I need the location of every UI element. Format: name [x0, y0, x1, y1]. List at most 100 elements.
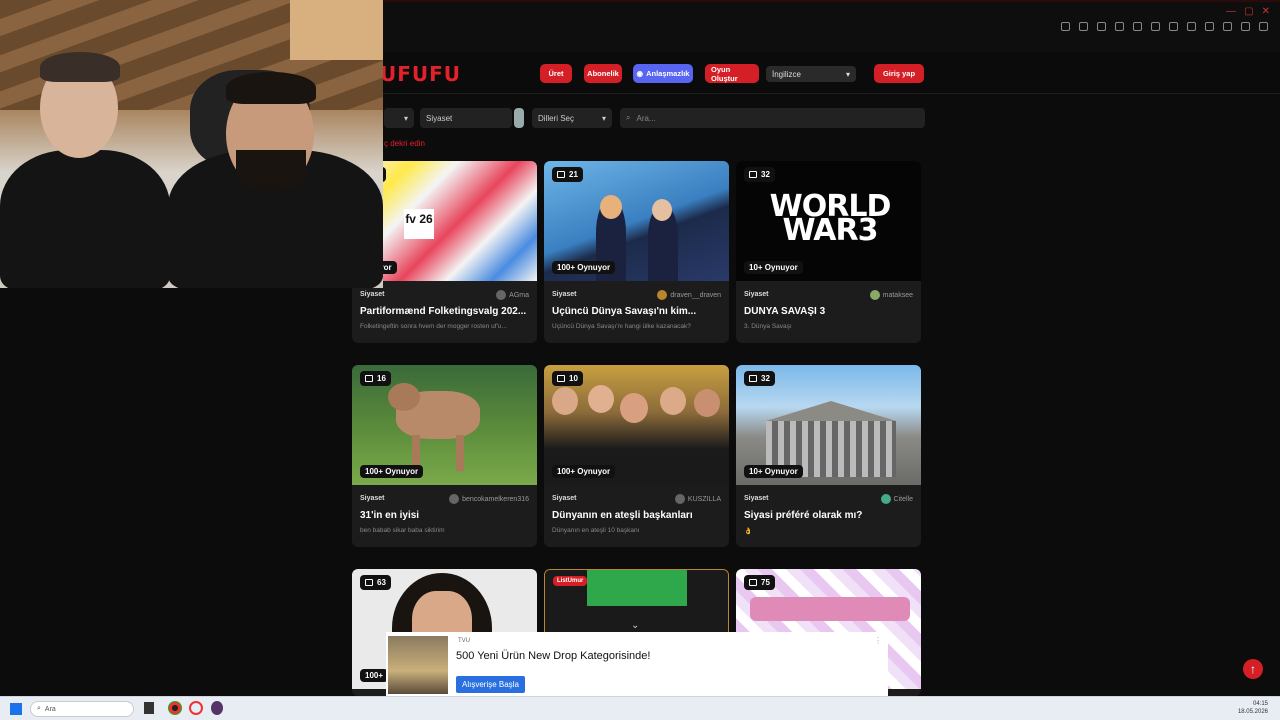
- extension-icon[interactable]: [1205, 22, 1214, 31]
- create-button[interactable]: Üret: [540, 64, 572, 83]
- discord-label: Anlaşmazlık: [646, 69, 690, 78]
- item-count-badge: 21: [552, 167, 583, 182]
- item-count-badge: 75: [744, 575, 775, 590]
- search-input[interactable]: ⌕ Ara...: [620, 108, 925, 128]
- card-author[interactable]: bencokamelkeren316: [449, 494, 529, 504]
- language-filter-value: Dilleri Seç: [538, 113, 575, 123]
- ad-cta-button[interactable]: Alışverişe Başla: [456, 676, 525, 693]
- card-title: Siyasi préféré olarak mı?: [744, 510, 863, 521]
- ad-title: 500 Yeni Ürün New Drop Kategorisinde!: [456, 650, 651, 662]
- plays-badge: 100+ Oynuyor: [552, 465, 616, 478]
- item-count-badge: 63: [360, 575, 391, 590]
- card-author[interactable]: AGma: [496, 290, 529, 300]
- category-select[interactable]: Siyaset: [420, 108, 512, 128]
- quiz-card[interactable]: 21 100+ Oynuyor Siyaset draven__draven Ü…: [544, 161, 729, 343]
- extension-icon[interactable]: [1115, 22, 1124, 31]
- thumbnail-title: WORLD WAR3: [769, 189, 892, 248]
- cards-icon: [365, 579, 373, 586]
- extension-icon[interactable]: [1079, 22, 1088, 31]
- plays-badge: 100+ Oynuyor: [552, 261, 616, 274]
- avatar: [880, 494, 891, 504]
- item-count-badge: 16: [360, 371, 391, 386]
- item-count-badge: 32: [744, 167, 775, 182]
- windows-taskbar: ⌕ Ara 04:15 18.05.2026: [0, 696, 1280, 720]
- card-description: 3. Dünya Savaşı: [744, 323, 792, 330]
- extension-icon[interactable]: [1169, 22, 1178, 31]
- extension-icon[interactable]: [1151, 22, 1160, 31]
- discord-button[interactable]: ◉ Anlaşmazlık: [633, 64, 693, 83]
- arrow-up-icon: ↑: [1250, 662, 1256, 676]
- windows-start-icon[interactable]: [10, 703, 22, 715]
- quiz-card[interactable]: 10 100+ Oynuyor Siyaset KUSZILLA Dünyanı…: [544, 365, 729, 547]
- minimize-icon[interactable]: —: [1226, 6, 1236, 17]
- cards-icon: [557, 171, 565, 178]
- taskview-icon[interactable]: [144, 702, 154, 714]
- cards-icon: [557, 375, 565, 382]
- extension-icon[interactable]: [1097, 22, 1106, 31]
- webcam-overlay: [0, 0, 383, 288]
- extension-icon[interactable]: [1133, 22, 1142, 31]
- taskbar-clock[interactable]: 04:15 18.05.2026: [1238, 700, 1268, 716]
- avatar: [496, 290, 507, 300]
- card-description: Dünyanın en ateşli 10 başkanı: [552, 527, 640, 534]
- chevron-down-icon: ▾: [601, 113, 606, 123]
- quiz-card[interactable]: 32 10+ Oynuyor Siyaset Citelle Siyasi pr…: [736, 365, 921, 547]
- cards-icon: [749, 375, 757, 382]
- plays-badge: 100+: [360, 669, 389, 682]
- card-category: Siyaset: [744, 495, 769, 502]
- chrome-icon[interactable]: [168, 701, 182, 715]
- chevron-down-icon: ▾: [845, 69, 850, 79]
- card-title: Dünyanın en ateşli başkanları: [552, 510, 693, 521]
- chevron-down-icon[interactable]: ⌄: [631, 620, 639, 631]
- site-logo[interactable]: UFUFU: [380, 62, 461, 86]
- language-value: İngilizce: [772, 69, 801, 79]
- card-description: 👌: [744, 528, 753, 535]
- search-placeholder: Ara...: [636, 113, 656, 123]
- app-icon[interactable]: [211, 701, 223, 715]
- close-icon[interactable]: ✕: [1262, 6, 1270, 17]
- card-title: DÜNYA SAVAŞI 3: [744, 306, 826, 317]
- card-title: Partiformænd Folketingsvalg 202...: [360, 306, 527, 317]
- cards-icon: [365, 375, 373, 382]
- category-dropdown-toggle[interactable]: [514, 108, 524, 128]
- maximize-icon[interactable]: ▢: [1244, 6, 1253, 17]
- card-title: 31'in en iyisi: [360, 510, 420, 521]
- scroll-to-top-button[interactable]: ↑: [1243, 659, 1263, 679]
- quiz-card[interactable]: 16 100+ Oynuyor Siyaset bencokamelkeren3…: [352, 365, 537, 547]
- language-filter-select[interactable]: Dilleri Seç ▾: [532, 108, 612, 128]
- ad-brand: TVU: [458, 638, 470, 644]
- list-tag-badge: ListUmur: [553, 576, 588, 586]
- avatar: [674, 494, 685, 504]
- item-count-badge: 10: [552, 371, 583, 386]
- quiz-card[interactable]: WORLD WAR3 32 10+ Oynuyor Siyaset mataks…: [736, 161, 921, 343]
- streamer-left: [0, 150, 170, 288]
- create-game-button[interactable]: Oyun Oluştur: [705, 64, 759, 83]
- extension-icons[interactable]: [1061, 22, 1268, 31]
- extension-icon[interactable]: [1223, 22, 1232, 31]
- card-author[interactable]: Citelle: [880, 494, 913, 504]
- card-category: Siyaset: [552, 495, 577, 502]
- card-description: Üçüncü Dünya Savaşı'nı hangi ülke kazana…: [552, 323, 691, 330]
- subscription-button[interactable]: Abonelik: [584, 64, 622, 83]
- sort-select[interactable]: ▾: [384, 108, 414, 128]
- language-select[interactable]: İngilizce ▾: [766, 66, 856, 82]
- plays-badge: 100+ Oynuyor: [360, 465, 424, 478]
- card-author[interactable]: draven__draven: [657, 290, 721, 300]
- card-author[interactable]: mataksee: [869, 290, 913, 300]
- ad-banner[interactable]: TVU 500 Yeni Ürün New Drop Kategorisinde…: [386, 632, 888, 696]
- search-icon: ⌕: [37, 705, 41, 712]
- opera-icon[interactable]: [189, 701, 203, 715]
- more-icon[interactable]: ⋮: [874, 636, 882, 645]
- taskbar-search[interactable]: ⌕ Ara: [30, 701, 134, 717]
- login-button[interactable]: Giriş yap: [874, 64, 924, 83]
- plays-badge: 10+ Oynuyor: [744, 465, 803, 478]
- extension-icon[interactable]: [1259, 22, 1268, 31]
- create-link[interactable]: ç dekri edin: [384, 139, 425, 148]
- window-controls[interactable]: — ▢ ✕: [1226, 6, 1270, 17]
- card-author[interactable]: KUSZILLA: [674, 494, 721, 504]
- item-count-badge: 32: [744, 371, 775, 386]
- cards-icon: [749, 579, 757, 586]
- extension-icon[interactable]: [1241, 22, 1250, 31]
- extension-icon[interactable]: [1061, 22, 1070, 31]
- extension-icon[interactable]: [1187, 22, 1196, 31]
